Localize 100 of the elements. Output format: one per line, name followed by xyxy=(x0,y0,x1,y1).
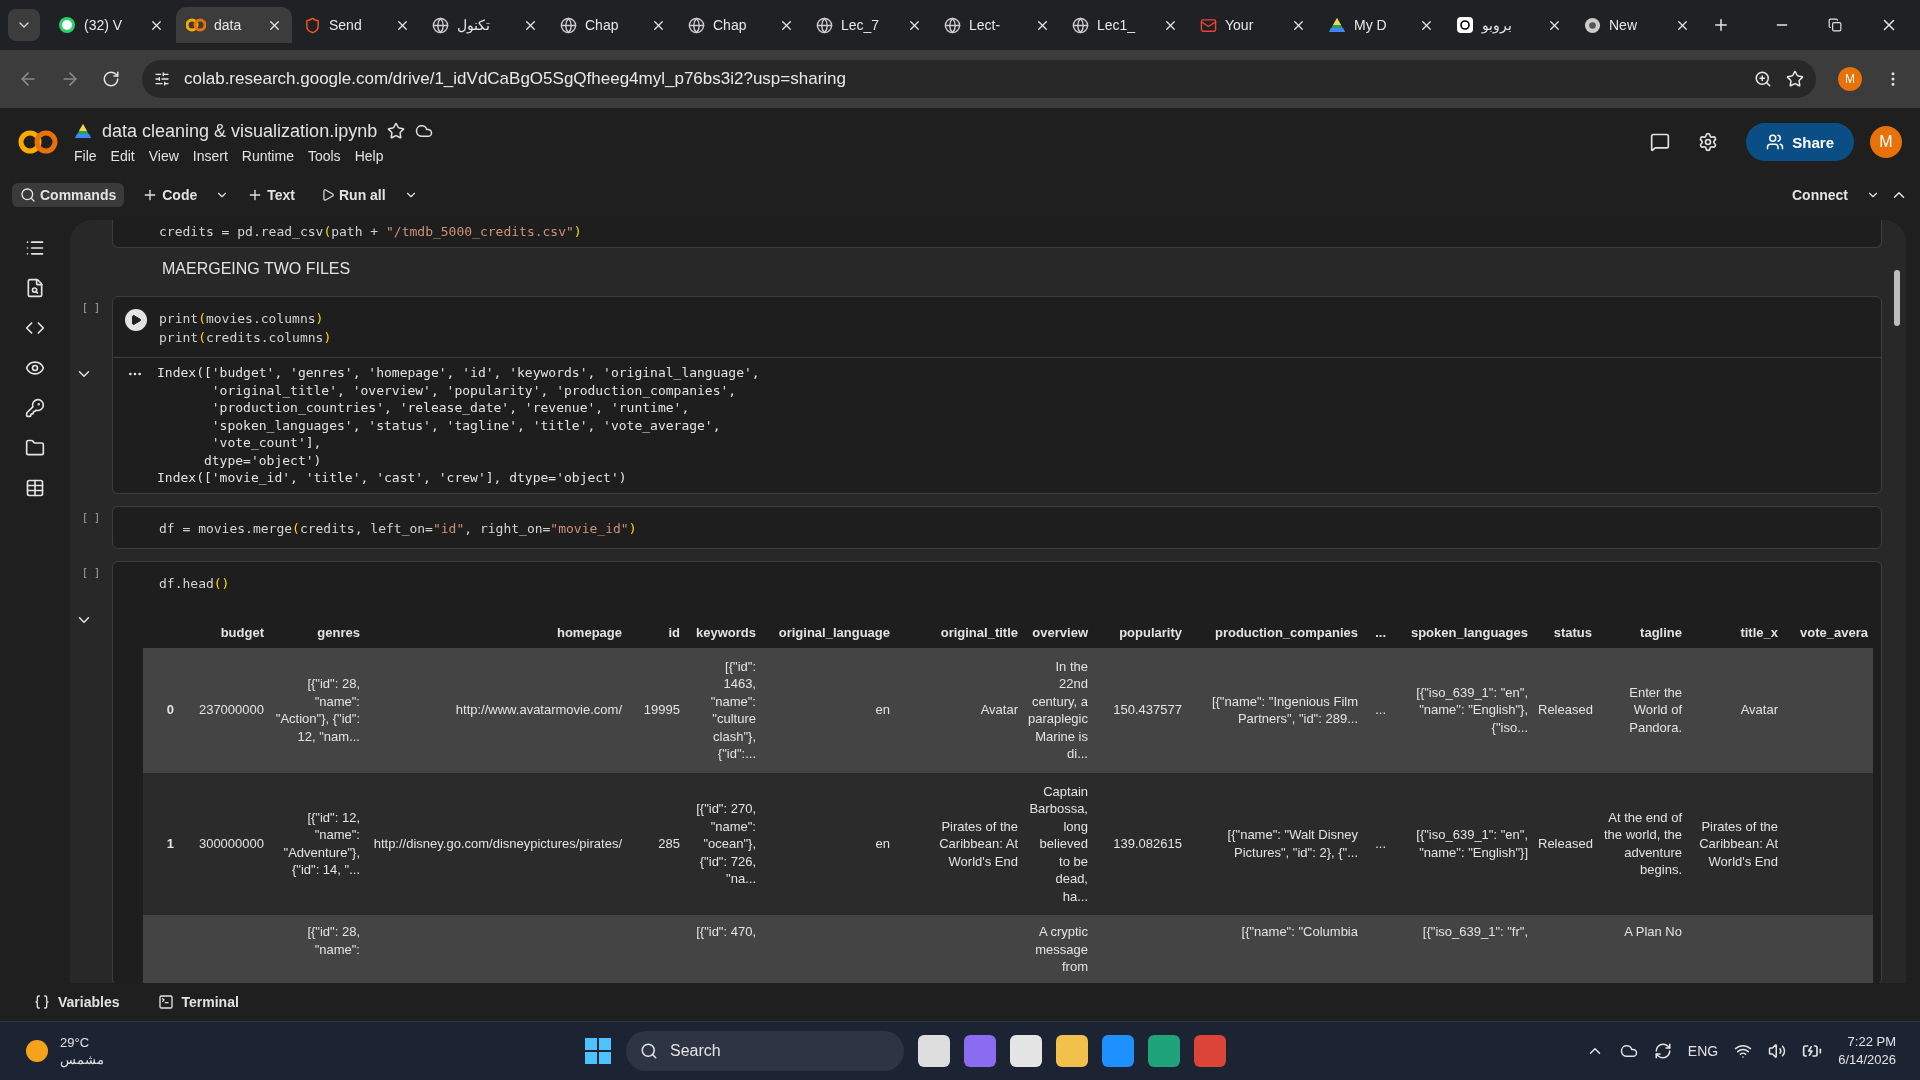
share-button[interactable]: Share xyxy=(1746,123,1854,161)
menu-item[interactable]: Runtime xyxy=(241,147,294,164)
table-cell: Avatar xyxy=(895,647,1023,773)
browser-tab[interactable]: Lec_7 xyxy=(806,7,932,43)
add-code-button[interactable]: Code xyxy=(134,183,206,207)
find-icon[interactable] xyxy=(25,278,45,298)
table-cell: 150.437577 xyxy=(1093,647,1187,773)
code-text[interactable]: credits = pd.read_csv(path + "/tmdb_5000_credits.csv") xyxy=(159,222,582,241)
shield-icon xyxy=(304,16,321,34)
table-cell: en xyxy=(761,772,895,915)
table-cell: [{"id": 1463, "name": "culture clash"}, {"id":... xyxy=(685,647,761,773)
terminal-icon xyxy=(157,994,174,1010)
code-cell[interactable]: credits = pd.read_csv(path + "/tmdb_5000_credits.csv") xyxy=(112,220,1882,248)
code-cell[interactable]: df = movies.merge(credits, left_on="id", right_on="movie_id") xyxy=(112,505,1882,549)
menu-item[interactable]: Help xyxy=(354,147,384,164)
variables-button[interactable]: Variables xyxy=(28,993,126,1011)
settings-icon[interactable] xyxy=(1698,132,1719,152)
volume-icon[interactable] xyxy=(1768,1042,1787,1060)
menu-item[interactable]: File xyxy=(74,147,97,164)
table-cell: 237000000 xyxy=(179,647,269,773)
column-header: tagline xyxy=(1597,616,1687,648)
table-cell: http://www.avatarmovie.com/ xyxy=(365,647,627,773)
wifi-icon[interactable] xyxy=(1734,1042,1753,1060)
table-cell: Pirates of the Caribbean: At World's End xyxy=(895,772,1023,915)
code-text[interactable]: df = movies.merge(credits, left_on="id", right_on="movie_id") xyxy=(159,518,637,538)
code-text[interactable]: print(movies.columns) print(credits.columns) xyxy=(159,309,332,347)
browser-tab[interactable]: Chap xyxy=(550,7,676,43)
table-cell: A Plan No xyxy=(1597,915,1687,983)
browser-tab[interactable]: Your xyxy=(1190,7,1316,43)
commands-button[interactable]: Commands xyxy=(12,183,125,207)
table-cell: [{"name": "Ingenious Film Partners", "id": 289... xyxy=(1187,647,1363,773)
cloud-icon[interactable] xyxy=(1619,1042,1638,1060)
braces-icon xyxy=(34,994,50,1010)
menu-item[interactable]: Insert xyxy=(192,147,228,164)
table-cell: Captain Barbossa, long believed to be dead, ha... xyxy=(1023,772,1093,915)
column-header: vote_avera xyxy=(1783,616,1873,648)
mail-icon xyxy=(1200,16,1217,34)
browser-tab[interactable]: Chap xyxy=(678,7,804,43)
column-header: status xyxy=(1533,616,1597,648)
zoom-icon[interactable] xyxy=(1754,70,1772,88)
app-icon[interactable] xyxy=(918,1035,950,1067)
restore-icon[interactable] xyxy=(1828,18,1842,32)
menu-item[interactable]: View xyxy=(148,147,179,164)
row-index: 0 xyxy=(143,647,179,773)
app-icon[interactable] xyxy=(1102,1035,1134,1067)
browser-tab[interactable]: My D xyxy=(1318,7,1444,43)
browser-tab[interactable]: تكنول xyxy=(422,7,548,43)
taskbar-search-field[interactable]: Search xyxy=(626,1031,904,1071)
add-text-button[interactable]: Text xyxy=(239,183,303,207)
table-cell: 300000000 xyxy=(179,772,269,915)
terminal-button[interactable]: Terminal xyxy=(151,993,245,1011)
code-text[interactable]: df.head() xyxy=(159,573,230,593)
table-cell: ... xyxy=(1363,772,1391,915)
table-cell: en xyxy=(761,647,895,773)
triangle-icon xyxy=(74,123,92,139)
column-header: homepage xyxy=(365,616,627,648)
connect-button[interactable]: Connect xyxy=(1784,183,1856,207)
section-heading: MAERGEING TWO FILES xyxy=(161,259,351,279)
table-cell: At the end of the world, the adventure begins. xyxy=(1597,772,1687,915)
table-cell: Enter the World of Pandora. xyxy=(1597,647,1687,773)
browser-tab[interactable]: بروبو xyxy=(1446,7,1572,43)
column-header: popularity xyxy=(1093,616,1187,648)
cloud-icon xyxy=(415,122,434,140)
colab-logo xyxy=(18,129,58,155)
table-icon[interactable] xyxy=(25,478,45,498)
browser-tab[interactable]: Send xyxy=(294,7,420,43)
scrollbar[interactable] xyxy=(1894,270,1900,326)
column-header: id xyxy=(627,616,685,648)
star-icon[interactable] xyxy=(387,122,406,140)
browser-tab[interactable]: New xyxy=(1574,7,1700,43)
table-cell: 19995 xyxy=(627,647,685,773)
run-all-button[interactable]: Run all xyxy=(313,183,394,207)
menu-item[interactable]: Edit xyxy=(110,147,135,164)
bookmark-star-icon[interactable] xyxy=(1786,70,1804,88)
browser-tab[interactable]: Lect- xyxy=(934,7,1060,43)
table-cell: Released xyxy=(1533,647,1597,773)
eye-icon[interactable] xyxy=(25,358,45,378)
sync-icon[interactable] xyxy=(1653,1042,1672,1060)
start-icon[interactable] xyxy=(584,1037,612,1065)
tab-search-button[interactable] xyxy=(8,9,40,41)
browser-tab[interactable]: data xyxy=(176,7,292,43)
reload-icon[interactable] xyxy=(102,70,120,88)
app-icon[interactable] xyxy=(1010,1035,1042,1067)
language-indicator[interactable]: ENG xyxy=(1687,1043,1719,1059)
people-icon xyxy=(1766,133,1785,151)
sun-icon xyxy=(24,1038,50,1064)
browser-tab[interactable]: (32) V xyxy=(48,7,174,43)
output-text: Index(['budget', 'genres', 'homepage', 'id', 'keywords', 'original_language', 'original_title', 'overview', 'popularity', 'production_companies', 'production_countries', 'release_date', 'revenue', 'runtime', 'spoken_languages', 'status', 'tagline', 'title', 'vote_average', 'vote_count'], dtype='object') Index(['movie_id', 'title', 'cast', 'crew'], dtype='object') xyxy=(157,364,760,487)
table-of-contents-icon[interactable] xyxy=(25,238,45,258)
browser-tab[interactable]: Lec1_ xyxy=(1062,7,1188,43)
site-settings-icon[interactable] xyxy=(154,71,170,87)
run-cell-button[interactable] xyxy=(125,309,147,331)
comment-icon[interactable] xyxy=(1650,132,1671,152)
table-cell: A cryptic message from xyxy=(1023,915,1093,983)
menu-item[interactable]: Tools xyxy=(307,147,341,164)
notebook-title[interactable]: data cleaning & visualization.ipynb xyxy=(102,120,378,142)
key-icon[interactable] xyxy=(25,398,45,418)
clock[interactable]: 7:22 PM 6/14/2026 xyxy=(1838,1033,1896,1069)
new-tab-icon[interactable] xyxy=(1712,16,1730,34)
table-cell: [{"iso_639_1": "en", "name": "English"}] xyxy=(1391,772,1533,915)
